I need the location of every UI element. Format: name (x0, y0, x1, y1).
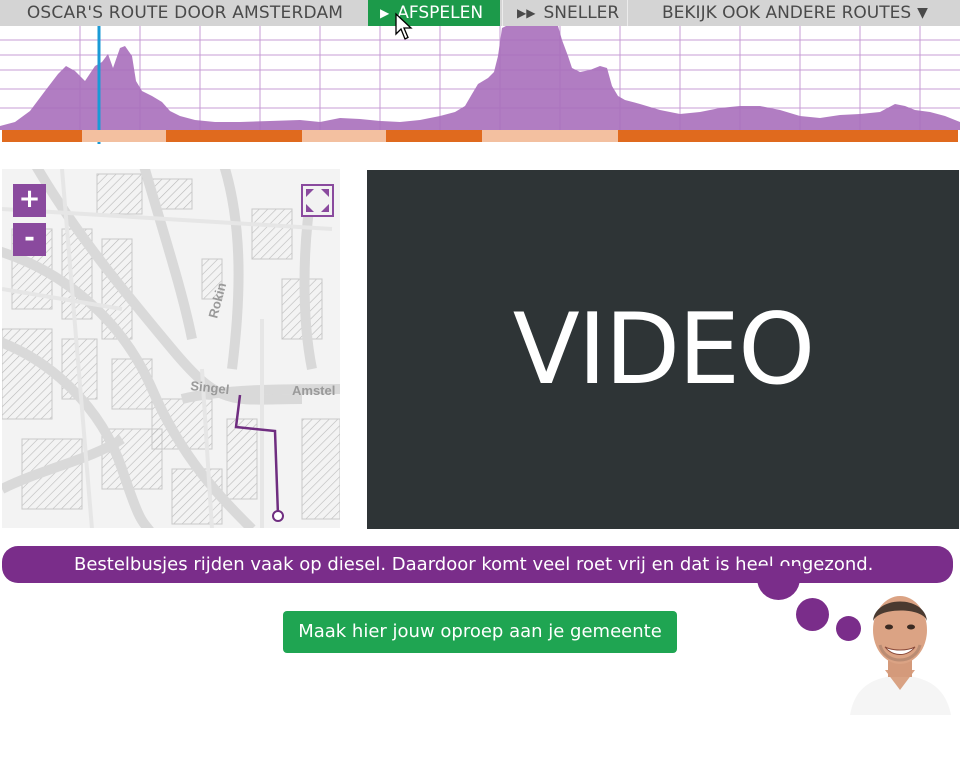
street-label-amstel: Amstel (292, 383, 335, 398)
play-icon: ▶ (380, 6, 390, 20)
other-routes-dropdown[interactable]: BEKIJK OOK ANDERE ROUTES ▼ (630, 0, 960, 26)
speech-dot-large (757, 566, 800, 600)
map-canvas: Rokin Singel Amstel (2, 169, 340, 528)
other-routes-label: BEKIJK OOK ANDERE ROUTES (662, 3, 912, 23)
route-title: OSCAR'S ROUTE DOOR AMSTERDAM (26, 3, 344, 23)
speech-bubble: Bestelbusjes rijden vaak op diesel. Daar… (2, 546, 953, 583)
speech-text: Bestelbusjes rijden vaak op diesel. Daar… (74, 554, 874, 575)
fullscreen-button[interactable] (301, 184, 334, 217)
call-to-action-button[interactable]: Maak hier jouw oproep aan je gemeente (283, 611, 677, 653)
route-start-marker (272, 510, 284, 522)
caret-down-icon: ▼ (917, 5, 928, 21)
top-bar: OSCAR'S ROUTE DOOR AMSTERDAM ▶ AFSPELEN ▶… (0, 0, 960, 26)
play-button[interactable]: ▶ AFSPELEN (368, 0, 500, 26)
profile-area (0, 26, 960, 130)
expand-icon (306, 189, 329, 212)
zoom-in-button[interactable]: + (13, 184, 46, 217)
profile-segment-bar (2, 130, 958, 142)
fast-forward-icon: ▶▶ (517, 6, 536, 20)
zoom-out-button[interactable]: - (13, 223, 46, 256)
avatar (850, 596, 951, 715)
pollution-profile-chart[interactable] (0, 26, 960, 144)
video-placeholder-label: VIDEO (512, 292, 815, 407)
route-map[interactable]: Rokin Singel Amstel + - (2, 169, 340, 528)
speech-dot-medium (796, 598, 829, 631)
faster-label: SNELLER (543, 3, 620, 23)
video-player[interactable]: VIDEO (367, 170, 959, 529)
faster-button[interactable]: ▶▶ SNELLER (502, 0, 628, 26)
